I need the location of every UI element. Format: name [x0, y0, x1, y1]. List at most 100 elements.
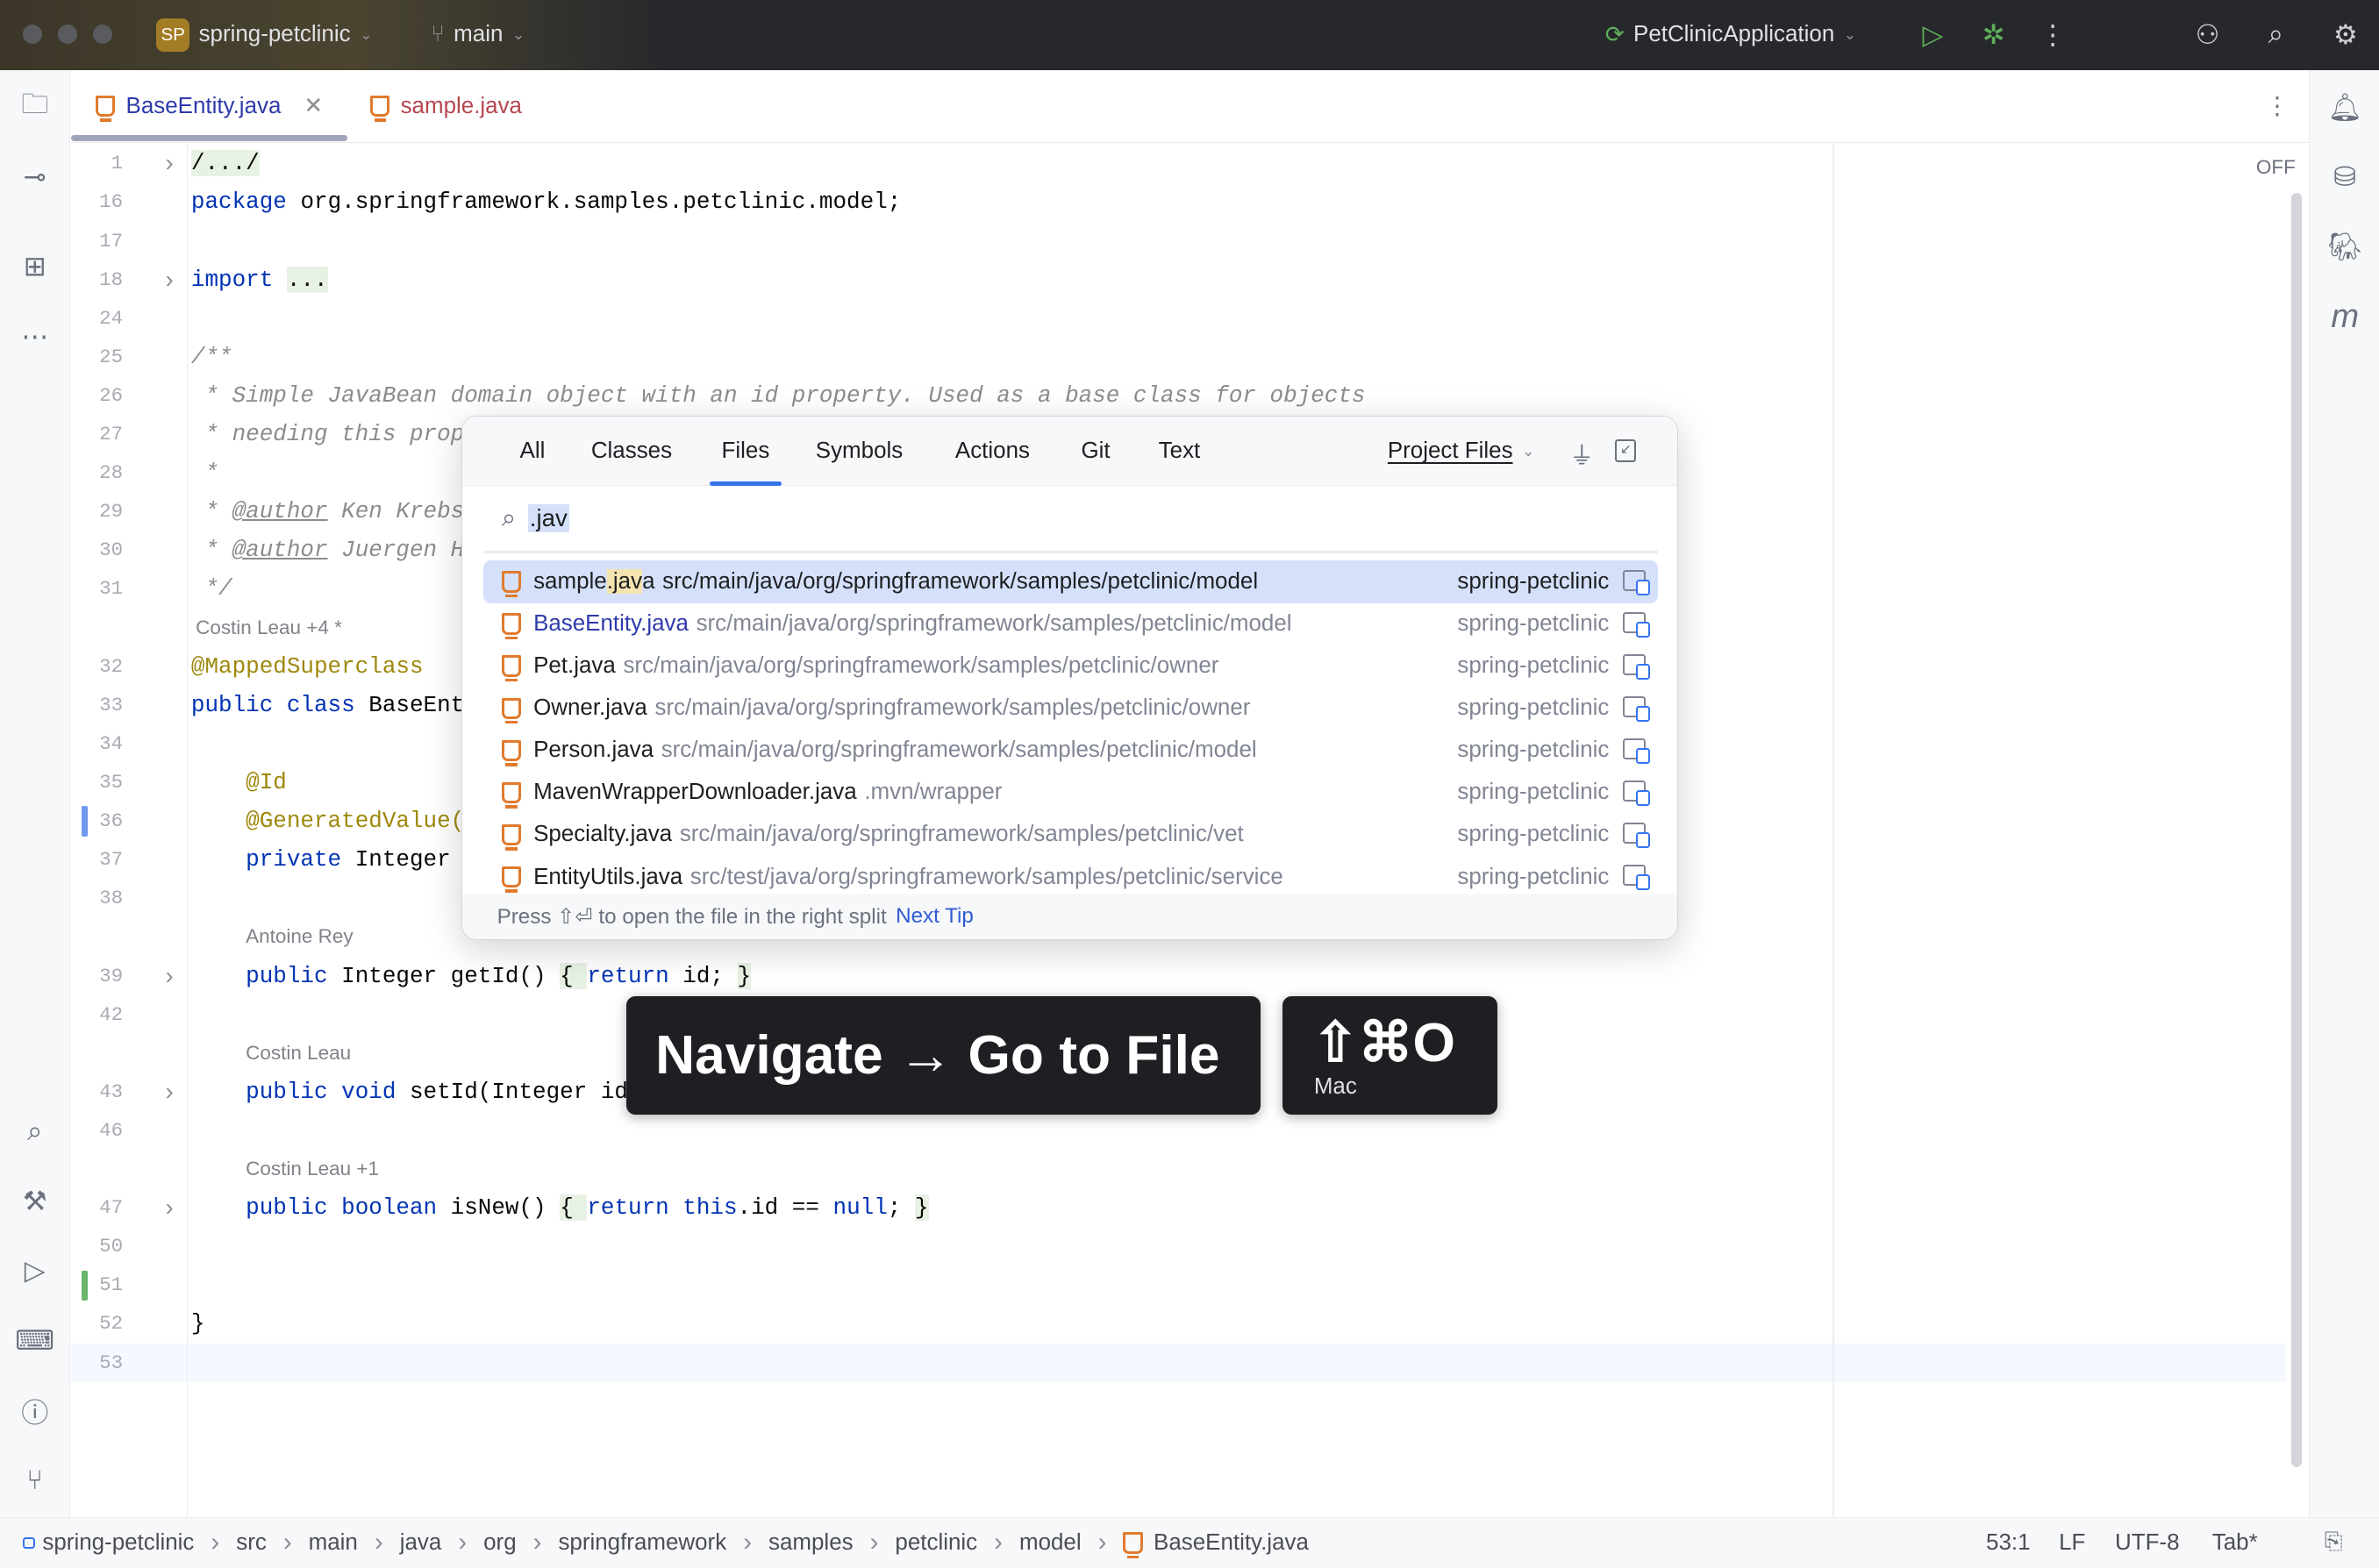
popup-tab-files[interactable]: Files	[709, 417, 782, 487]
search-input[interactable]: .jav	[528, 504, 569, 532]
editor-scrollbar[interactable]	[2290, 192, 2302, 1467]
breadcrumb-item[interactable]: main	[309, 1530, 358, 1556]
caret-position[interactable]: 53:1	[1986, 1530, 2030, 1556]
more-tools-icon[interactable]: ⋯	[17, 318, 54, 355]
commit-icon[interactable]: ⊸	[17, 160, 54, 196]
result-item[interactable]: Pet.java src/main/java/org/springframewor…	[483, 645, 1658, 687]
filter-icon[interactable]: ⏚	[1569, 436, 1594, 471]
project-selector[interactable]: SP spring-petclinic ⌄	[156, 0, 372, 70]
run-icon[interactable]: ▷	[1916, 18, 1949, 52]
popup-tab-text[interactable]: Text	[1159, 417, 1201, 487]
search-icon[interactable]: ⌕	[2259, 18, 2292, 52]
author-inlay-hint[interactable]: Costin Leau +4 *	[196, 617, 342, 639]
file-encoding[interactable]: UTF-8	[2115, 1530, 2179, 1556]
run-config-selector[interactable]: ⟳ PetClinicApplication ⌄	[1605, 0, 1856, 70]
gradle-icon[interactable]: 🐘︎	[2326, 229, 2363, 266]
module-icon	[1622, 611, 1650, 638]
fold-chevron-icon[interactable]: ›	[166, 149, 174, 177]
notifications-icon[interactable]: 🔔︎	[2326, 89, 2363, 126]
breadcrumb-item[interactable]: spring-petclinic	[22, 1530, 194, 1556]
tab-baseentity[interactable]: BaseEntity.java ✕	[95, 70, 323, 143]
structure-icon[interactable]: ⊞	[17, 249, 54, 286]
line-separator[interactable]: LF	[2059, 1530, 2085, 1556]
search-field[interactable]: ⌕ .jav	[483, 486, 1658, 553]
line-number: 37	[99, 848, 124, 872]
author-inlay-hint[interactable]: Costin Leau	[246, 1042, 351, 1065]
result-item[interactable]: MavenWrapperDownloader.java .mvn/wrapper s…	[483, 772, 1658, 814]
breadcrumb-item[interactable]: org	[483, 1530, 517, 1556]
author-inlay-hint[interactable]: Costin Leau +1	[246, 1158, 379, 1180]
result-item[interactable]: Owner.java src/main/java/org/springframew…	[483, 687, 1658, 729]
project-folder-icon[interactable]: 🗀	[17, 89, 54, 126]
popup-tab-classes[interactable]: Classes	[591, 417, 672, 487]
status-bar: spring-petclinic › src › main › java › org › sprin…	[0, 1516, 2379, 1568]
tab-sample[interactable]: sample.java	[370, 70, 522, 143]
more-icon[interactable]: ⋮	[2036, 18, 2069, 52]
code-text: *	[191, 460, 218, 486]
result-item[interactable]: Person.java src/main/java/org/springframe…	[483, 730, 1658, 772]
terminal-icon[interactable]: ⌨	[15, 1322, 54, 1359]
window-minimize-button[interactable]	[57, 24, 78, 45]
breadcrumb-item[interactable]: src	[236, 1530, 267, 1556]
breadcrumb-label: main	[308, 1529, 358, 1555]
branch-selector[interactable]: ⑂ main ⌄	[431, 0, 525, 70]
reader-mode-toggle[interactable]: OFF	[2256, 156, 2296, 179]
fold-chevron-icon[interactable]: ›	[166, 962, 174, 990]
fold-chevron-icon[interactable]: ›	[166, 1194, 174, 1222]
fold-chevron-icon[interactable]: ›	[166, 1078, 174, 1106]
services-icon[interactable]: ▷	[17, 1253, 54, 1290]
added-line-marker[interactable]	[82, 1270, 89, 1301]
breadcrumb-label: org	[483, 1529, 517, 1555]
line-number: 43	[99, 1080, 124, 1103]
read-only-lock-icon[interactable]: ⎘	[2325, 1529, 2343, 1556]
breadcrumb-item[interactable]: springframework	[558, 1530, 726, 1556]
indent-setting[interactable]: Tab*	[2212, 1530, 2258, 1556]
result-item[interactable]: BaseEntity.java src/main/java/org/springf…	[483, 602, 1658, 645]
author-inlay-hint[interactable]: Antoine Rey	[246, 925, 353, 948]
result-file-name: Specialty.java	[533, 822, 673, 847]
right-tool-strip: 🔔︎ ⛁ 🐘︎ m	[2309, 69, 2379, 1517]
database-icon[interactable]: ⛁	[2326, 160, 2363, 196]
popup-tab-all[interactable]: All	[520, 417, 546, 487]
code-token: setId(Integer id	[396, 1078, 628, 1105]
settings-icon[interactable]: ⚙	[2329, 18, 2362, 52]
tab-options-icon[interactable]: ⋮	[2265, 91, 2290, 120]
find-icon[interactable]: ⌕	[17, 1114, 54, 1151]
result-item[interactable]: Specialty.java src/main/java/org/springfr…	[483, 814, 1658, 856]
result-item[interactable]: EntityUtils.java src/test/java/org/spring…	[483, 856, 1658, 898]
breadcrumb-item[interactable]: BaseEntity.java	[1123, 1529, 1309, 1559]
line-number: 34	[99, 731, 124, 755]
breadcrumb-label: BaseEntity.java	[1154, 1529, 1309, 1555]
code-token: *	[190, 537, 232, 564]
popup-tab-git[interactable]: Git	[1081, 417, 1110, 487]
result-item[interactable]: sample.java src/main/java/org/springframe…	[483, 560, 1658, 603]
popup-tab-symbols[interactable]: Symbols	[816, 417, 903, 487]
result-file-name: MavenWrapperDownloader.java	[533, 780, 857, 805]
modified-line-marker[interactable]	[82, 806, 89, 837]
window-maximize-button[interactable]	[92, 24, 112, 45]
breadcrumb-item[interactable]: samples	[768, 1530, 854, 1556]
next-tip-link[interactable]: Next Tip	[896, 904, 974, 929]
popup-tab-actions[interactable]: Actions	[955, 417, 1030, 487]
line-number: 39	[99, 964, 124, 987]
code-token: @MappedSuperclass	[190, 652, 424, 680]
git-icon[interactable]: ⑂	[17, 1462, 54, 1499]
problems-icon[interactable]: ⓘ	[17, 1393, 54, 1429]
breadcrumb-item[interactable]: model	[1019, 1530, 1082, 1556]
breadcrumb-item[interactable]: java	[400, 1530, 442, 1556]
build-icon[interactable]: ⚒	[17, 1183, 54, 1220]
spring-boot-icon: ⟳	[1604, 22, 1625, 47]
breadcrumb-item[interactable]: petclinic	[895, 1530, 977, 1556]
close-icon[interactable]: ✕	[304, 93, 323, 119]
scope-selector[interactable]: Project Files ⌄	[1388, 417, 1535, 487]
line-number: 42	[99, 1002, 124, 1026]
debug-icon[interactable]: ✲	[1977, 18, 2011, 52]
open-in-tool-window-icon[interactable]: ↙	[1615, 438, 1637, 462]
window-close-button[interactable]	[22, 24, 43, 45]
code-token: {	[560, 962, 588, 989]
result-path: src/main/java/org/springframework/sample…	[623, 653, 1219, 679]
fold-chevron-icon[interactable]: ›	[166, 266, 174, 294]
maven-icon[interactable]: m	[2326, 298, 2363, 336]
add-user-icon[interactable]: ⚇	[2191, 18, 2225, 52]
code-token: */	[190, 575, 232, 602]
